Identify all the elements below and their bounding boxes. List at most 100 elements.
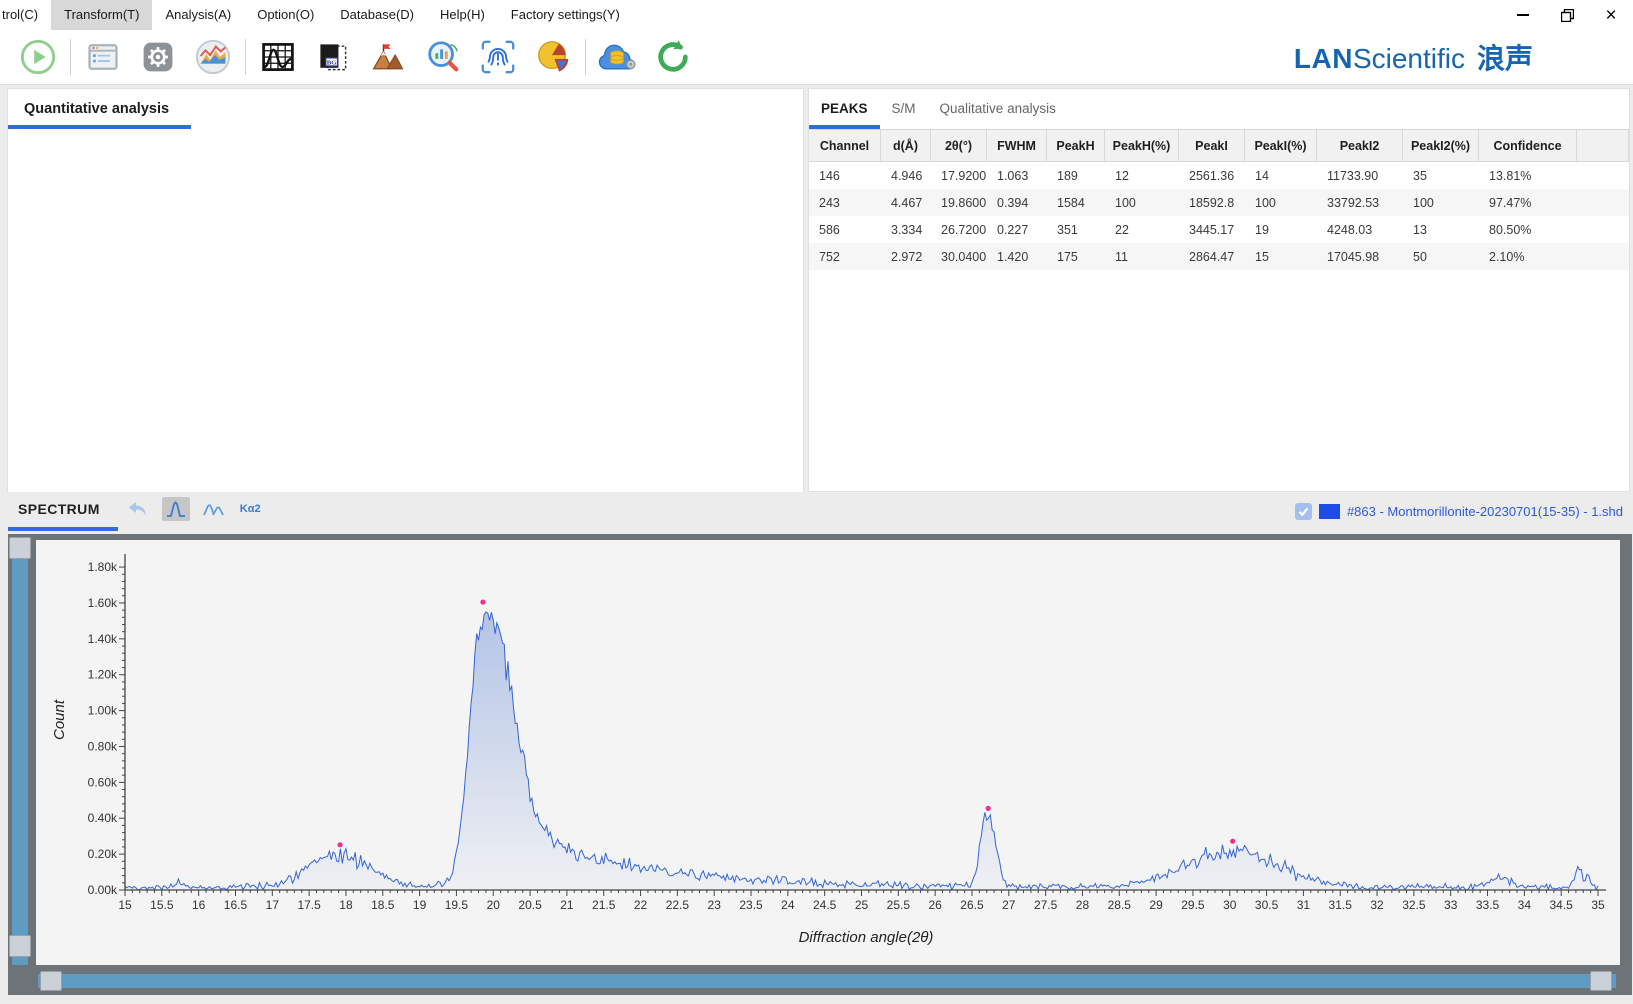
tab-qualitative-analysis[interactable]: Qualitative analysis [928,89,1068,129]
table-cell: 2561.36 [1179,162,1245,189]
quantitative-analysis-content [8,129,803,492]
svg-text:32: 32 [1370,898,1384,912]
svg-text:32.5: 32.5 [1402,898,1426,912]
svg-text:19: 19 [413,898,427,912]
column-header[interactable]: FWHM [987,130,1047,161]
quantitative-analysis-panel: Quantitative analysis [7,88,804,492]
column-header[interactable]: Channel [809,130,881,161]
tab-sm[interactable]: S/M [880,89,928,129]
svg-text:16: 16 [192,898,206,912]
svg-text:22.5: 22.5 [666,898,690,912]
fingerprint-match-icon[interactable] [477,36,519,78]
settings-icon[interactable] [137,36,179,78]
svg-text:33.5: 33.5 [1476,898,1500,912]
peak-search-icon[interactable] [367,36,409,78]
spectrum-chart-icon[interactable] [192,36,234,78]
h-slider-handle-left[interactable] [40,971,62,991]
spectrum-tab[interactable]: SPECTRUM [18,501,100,517]
svg-text:18: 18 [339,898,353,912]
column-header[interactable]: PeakH [1047,130,1105,161]
column-header[interactable]: PeakI2(%) [1403,130,1479,161]
menu-help[interactable]: Help(H) [427,0,498,30]
svg-text:20.5: 20.5 [518,898,542,912]
series-label[interactable]: #863 - Montmorillonite-20230701(15-35) -… [1347,504,1623,519]
menu-database[interactable]: Database(D) [327,0,427,30]
series-checkbox[interactable] [1295,503,1312,520]
close-button[interactable]: × [1589,0,1633,30]
svg-text:1.80k: 1.80k [88,560,118,574]
minimize-button[interactable] [1501,0,1545,30]
table-cell: 22 [1105,216,1179,243]
menu-factory-settings[interactable]: Factory settings(Y) [498,0,633,30]
menu-option[interactable]: Option(O) [244,0,327,30]
refresh-icon[interactable] [652,36,694,78]
column-header[interactable] [1577,130,1629,161]
spectrum-plot-svg: 1515.51616.51717.51818.51919.52020.52121… [36,540,1620,965]
table-cell: 80.50% [1479,216,1577,243]
svg-text:20: 20 [487,898,501,912]
table-cell: 12 [1105,162,1179,189]
column-header[interactable]: PeakI(%) [1245,130,1317,161]
table-cell: 17045.98 [1317,243,1403,270]
grid-spectrum-icon[interactable] [257,36,299,78]
column-header[interactable]: 2θ(°) [931,130,987,161]
tab-peaks[interactable]: PEAKS [809,89,880,129]
single-peak-icon[interactable] [162,497,190,521]
table-row[interactable]: 2434.46719.86000.394158410018592.8100337… [809,189,1629,216]
double-peaks-icon[interactable] [199,499,229,519]
table-cell: 3445.17 [1179,216,1245,243]
table-cell: 50 [1403,243,1479,270]
svg-text:28: 28 [1076,898,1090,912]
tab-quantitative-analysis[interactable]: Quantitative analysis [8,89,185,129]
spectrum-frame: 1515.51616.51717.51818.51919.52020.52121… [8,534,1632,995]
menu-control[interactable]: trol(C) [0,0,51,30]
table-cell: 2.10% [1479,243,1577,270]
logo-scientific: Scientific [1353,43,1465,75]
ka2-toggle[interactable]: Kα2 [238,503,263,515]
svg-text:17: 17 [266,898,280,912]
column-header[interactable]: Confidence [1479,130,1577,161]
column-header[interactable]: PeakI [1179,130,1245,161]
svg-text:34.5: 34.5 [1549,898,1573,912]
toolbar: BG LANScientific浪声 [0,30,1633,85]
pie-quant-icon[interactable] [532,36,574,78]
workspace: Quantitative analysis PEAKSS/MQualitativ… [0,85,1633,1003]
series-color-swatch[interactable] [1319,504,1340,519]
spectrum-tab-underline [8,527,118,531]
search-analysis-icon[interactable] [422,36,464,78]
h-slider-handle-right[interactable] [1590,971,1612,991]
table-cell: 1584 [1047,189,1105,216]
column-header[interactable]: PeakH(%) [1105,130,1179,161]
peaks-table-body: 1464.94617.92001.063189122561.361411733.… [809,162,1629,270]
table-row[interactable]: 7522.97230.04001.420175112864.471517045.… [809,243,1629,270]
column-header[interactable]: PeakI2 [1317,130,1403,161]
table-cell: 4.946 [881,162,931,189]
database-cloud-icon[interactable] [597,36,639,78]
table-cell: 11733.90 [1317,162,1403,189]
svg-text:25: 25 [855,898,869,912]
menu-transform[interactable]: Transform(T) [51,0,152,30]
table-cell: 2864.47 [1179,243,1245,270]
v-slider-handle-bottom[interactable] [9,935,31,957]
peaks-panel: PEAKSS/MQualitative analysis Channeld(Å)… [808,88,1630,492]
svg-text:27.5: 27.5 [1034,898,1058,912]
undo-icon[interactable] [123,498,153,520]
table-row[interactable]: 5863.33426.72000.227351223445.17194248.0… [809,216,1629,243]
column-header[interactable]: d(Å) [881,130,931,161]
vertical-range-slider[interactable] [12,538,28,965]
restore-button[interactable] [1545,0,1589,30]
table-cell: 33792.53 [1317,189,1403,216]
svg-text:35: 35 [1591,898,1605,912]
report-icon[interactable] [82,36,124,78]
spectrum-plot[interactable]: 1515.51616.51717.51818.51919.52020.52121… [36,540,1620,965]
svg-text:15.5: 15.5 [150,898,174,912]
play-icon[interactable] [17,36,59,78]
horizontal-range-slider[interactable] [38,974,1616,988]
table-cell: 19 [1245,216,1317,243]
table-row[interactable]: 1464.94617.92001.063189122561.361411733.… [809,162,1629,189]
background-subtract-icon[interactable]: BG [312,36,354,78]
svg-text:34: 34 [1518,898,1532,912]
v-slider-handle-top[interactable] [9,537,31,559]
menu-analysis[interactable]: Analysis(A) [152,0,244,30]
table-cell: 243 [809,189,881,216]
